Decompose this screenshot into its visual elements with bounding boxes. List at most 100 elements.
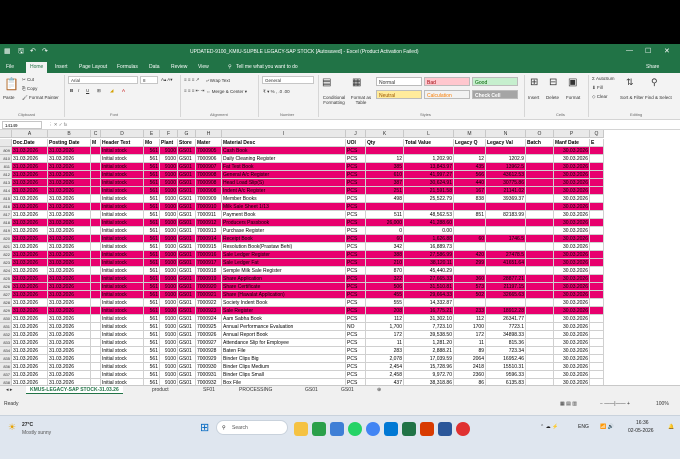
table-cell[interactable]: 7000919 [196,275,222,283]
table-cell[interactable]: PCS [346,211,366,219]
table-cell[interactable]: 7000906 [196,155,222,163]
table-cell[interactable]: 838 [454,195,486,203]
table-cell[interactable]: 31.03.2026 [48,291,91,299]
table-cell[interactable]: 723.34 [486,347,526,355]
table-cell[interactable] [91,195,101,203]
table-cell[interactable]: PCS [346,219,366,227]
table-cell[interactable]: 30.03.2026 [554,211,590,219]
table-cell[interactable]: Head Load Slip(S) [222,179,346,187]
table-cell[interactable]: 208 [366,307,404,315]
table-cell[interactable]: 31.03.2026 [12,259,48,267]
table-cell[interactable]: 561 [144,315,160,323]
table-cell[interactable]: 7000908 [196,187,222,195]
table-cell[interactable] [590,155,604,163]
format-painter-button[interactable]: 🖌 Format Painter [22,95,59,101]
table-cell[interactable] [454,243,486,251]
table-cell[interactable] [91,235,101,243]
table-cell[interactable] [486,203,526,211]
column-header-g[interactable]: G [178,130,196,138]
zoom-slider[interactable]: − ——|—— + [600,401,630,407]
tray-icons[interactable]: ⌃ ☁ ⚡ [540,424,558,430]
table-cell[interactable]: 498 [366,195,404,203]
table-cell[interactable]: 32665.63 [486,291,526,299]
column-header-h[interactable]: H [196,130,222,138]
bold-button[interactable]: B [70,88,73,93]
table-cell[interactable]: 31.03.2026 [12,155,48,163]
row-header[interactable]: 829 [0,307,12,315]
table-cell[interactable]: 167 [454,187,486,195]
font-name-select[interactable]: Arial [68,76,138,84]
row-header[interactable]: 834 [0,347,12,355]
row-header[interactable]: 819 [0,227,12,235]
table-cell[interactable]: Initial stock [101,187,144,195]
table-cell[interactable]: 9100 [160,219,178,227]
table-cell[interactable]: 31.03.2026 [48,179,91,187]
table-cell[interactable]: 870 [366,267,404,275]
number-format-select[interactable]: General [262,76,314,84]
table-cell[interactable]: GS01 [178,371,196,379]
table-cell[interactable]: 561 [144,171,160,179]
table-cell[interactable] [526,291,554,299]
table-cell[interactable]: Initial stock [101,363,144,371]
table-cell[interactable]: 561 [144,163,160,171]
table-cell[interactable]: 39369.37 [486,195,526,203]
table-cell[interactable] [526,267,554,275]
table-cell[interactable]: PCS [346,339,366,347]
table-cell[interactable] [91,147,101,155]
copy-button[interactable]: ⎘ Copy [22,86,37,91]
table-cell[interactable]: 112 [454,315,486,323]
table-cell[interactable]: GS01 [178,155,196,163]
network-volume-icons[interactable]: 📶 🔊 [600,424,614,430]
table-cell[interactable]: 7000920 [196,283,222,291]
column-header-k[interactable]: K [366,130,404,138]
table-cell[interactable]: 31.03.2026 [48,267,91,275]
table-cell[interactable]: 41651.64 [486,259,526,267]
table-cell[interactable]: 172 [366,331,404,339]
table-cell[interactable]: PCS [346,179,366,187]
table-cell[interactable]: 9100 [160,315,178,323]
table-cell[interactable]: GS01 [178,275,196,283]
table-cell[interactable]: 851 [454,211,486,219]
table-cell[interactable]: 31.03.2026 [48,219,91,227]
table-cell[interactable]: 31.03.2026 [12,243,48,251]
table-cell[interactable]: 561 [144,363,160,371]
table-cell[interactable]: 561 [144,291,160,299]
table-cell[interactable]: 27,665.33 [404,275,454,283]
table-cell[interactable]: 2,454 [366,363,404,371]
align-left-icons[interactable]: ≡ ≡ ≡ ⇤ ⇥ [184,88,204,94]
row-header[interactable]: 831 [0,323,12,331]
table-cell[interactable]: 30,624.91 [404,179,454,187]
row-header[interactable] [0,139,12,147]
table-cell[interactable]: 9100 [160,339,178,347]
row-header[interactable]: 817 [0,211,12,219]
table-cell[interactable]: 29,664.33 [404,291,454,299]
table-cell[interactable]: 31.03.2026 [48,283,91,291]
table-cell[interactable]: 561 [144,235,160,243]
tab-home[interactable]: Home [26,62,48,73]
table-cell[interactable]: 7000927 [196,339,222,347]
column-header-n[interactable]: N [486,130,526,138]
clock-date[interactable]: 02-05-2026 [628,428,654,434]
table-cell[interactable]: 9100 [160,347,178,355]
table-cell[interactable]: 9100 [160,283,178,291]
table-cell[interactable] [91,227,101,235]
header-cell-g[interactable]: Store [178,139,196,147]
row-header[interactable]: 822 [0,251,12,259]
column-header-l[interactable]: L [404,130,454,138]
table-cell[interactable] [91,211,101,219]
table-cell[interactable] [526,347,554,355]
table-cell[interactable] [91,203,101,211]
table-cell[interactable]: 11 [366,339,404,347]
fill-button[interactable]: ⬇ Fill [592,85,603,91]
table-cell[interactable]: 1746.5 [486,235,526,243]
table-cell[interactable]: 815.36 [486,339,526,347]
table-cell[interactable] [91,355,101,363]
table-cell[interactable]: 9100 [160,227,178,235]
table-cell[interactable] [590,371,604,379]
header-cell-n[interactable]: Legacy Val [486,139,526,147]
redo-icon[interactable]: ↷ [42,47,48,55]
table-cell[interactable]: GS01 [178,299,196,307]
table-cell[interactable]: 561 [144,267,160,275]
row-header[interactable]: 821 [0,243,12,251]
table-cell[interactable]: Share Application [222,275,346,283]
